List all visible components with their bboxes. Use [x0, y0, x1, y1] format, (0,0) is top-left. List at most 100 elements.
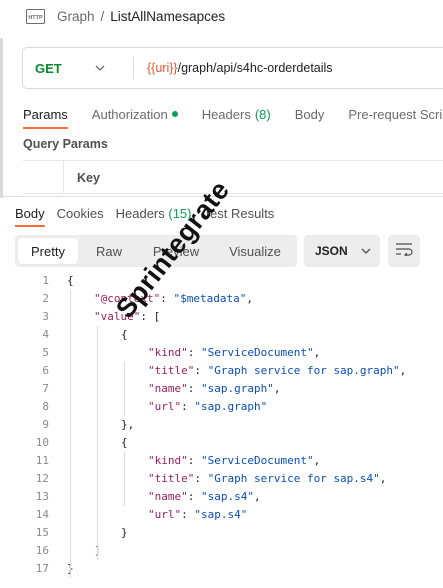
json-value: "sap.s4" [194, 508, 248, 521]
json-value: "Graph service for sap.s4" [207, 472, 380, 485]
line-number: 10 [35, 436, 49, 449]
code-line: 7 "name": "sap.graph", [0, 380, 443, 398]
json-key: "kind" [148, 454, 188, 467]
line-number: 5 [42, 346, 49, 359]
view-raw-button[interactable]: Raw [81, 238, 137, 264]
json-value: [ [153, 310, 161, 323]
json-bracket: { [121, 436, 128, 449]
code-content: "title": "Graph service for sap.s4", [148, 470, 386, 488]
json-key: "name" [148, 490, 188, 503]
json-bracket: { [121, 328, 128, 341]
code-line: 15} [0, 524, 443, 542]
json-punctuation: , [379, 472, 387, 485]
response-code-viewer[interactable]: 1{2 "@context": "$metadata", 3 "value": [4{… [0, 272, 443, 578]
json-colon: : [181, 508, 195, 521]
json-punctuation: , [273, 382, 281, 395]
line-number: 7 [42, 382, 49, 395]
line-number: 6 [42, 364, 49, 377]
view-visualize-button[interactable]: Visualize [215, 238, 295, 264]
indent-guide [97, 326, 98, 560]
json-value: "sap.s4" [201, 490, 254, 503]
line-number: 16 [35, 544, 49, 557]
code-content: } [121, 524, 128, 542]
json-value: "sap.graph" [201, 382, 274, 395]
tab-cookies[interactable]: Cookies [57, 206, 104, 221]
json-colon: : [187, 382, 201, 395]
code-line: 12 "title": "Graph service for sap.s4", [0, 470, 443, 488]
code-line: 3 "value": [ [0, 308, 443, 326]
url-input[interactable]: {{uri}}/graph/api/s4hc-orderdetails [134, 61, 333, 75]
code-line: 5 "kind": "ServiceDocument", [0, 344, 443, 362]
svg-text:HTTP: HTTP [28, 15, 43, 21]
method-select[interactable]: GET [23, 48, 133, 88]
json-punctuation: , [253, 490, 261, 503]
http-icon: HTTP [26, 8, 45, 24]
wrap-lines-button[interactable] [388, 235, 420, 267]
code-content: { [67, 272, 74, 290]
json-key: "title" [148, 472, 195, 485]
json-colon: : [187, 454, 201, 467]
code-content: "url": "sap.graph" [148, 398, 267, 416]
code-line: 14 "url": "sap.s4" [0, 506, 443, 524]
json-key: "kind" [148, 346, 188, 359]
request-tabs: Params Authorization Headers (8) Body Pre… [23, 103, 443, 129]
json-colon: : [187, 346, 201, 359]
code-line: 4{ [0, 326, 443, 344]
code-line: 16] [0, 542, 443, 560]
code-content: "kind": "ServiceDocument", [148, 452, 320, 470]
json-punctuation: , [399, 364, 407, 377]
json-colon: : [160, 292, 174, 305]
tab-authorization[interactable]: Authorization [92, 107, 178, 122]
line-number: 13 [35, 490, 49, 503]
response-tabs: Body Cookies Headers (15) Test Results [15, 204, 286, 227]
wrap-lines-icon [395, 242, 413, 261]
tab-pre-request-script[interactable]: Pre-request Scrip [348, 107, 443, 122]
code-content: "kind": "ServiceDocument", [148, 344, 320, 362]
json-key: "url" [148, 400, 182, 413]
json-punctuation: , [246, 292, 253, 305]
code-line: 8 "url": "sap.graph" [0, 398, 443, 416]
code-content: "url": "sap.s4" [148, 506, 247, 524]
code-content: "title": "Graph service for sap.graph", [148, 362, 406, 380]
code-content: }, [121, 416, 134, 434]
json-bracket: } [121, 526, 128, 539]
method-label: GET [35, 60, 62, 76]
line-number: 15 [35, 526, 49, 539]
tab-response-body[interactable]: Body [15, 206, 45, 227]
view-pretty-button[interactable]: Pretty [18, 238, 78, 264]
format-select[interactable]: JSON [304, 235, 380, 267]
chevron-down-icon [94, 62, 106, 74]
column-divider [63, 161, 64, 193]
json-key: "url" [148, 508, 182, 521]
line-number: 9 [42, 418, 49, 431]
code-line: 11 "kind": "ServiceDocument", [0, 452, 443, 470]
breadcrumb-separator: / [100, 8, 105, 24]
json-colon: : [181, 400, 195, 413]
query-params-table: Key [23, 160, 443, 194]
tab-headers[interactable]: Headers (8) [202, 107, 271, 122]
line-number: 4 [42, 328, 49, 341]
panel-left-border [0, 38, 3, 198]
json-value: "sap.graph" [194, 400, 268, 413]
format-label: JSON [315, 244, 348, 258]
code-line: 13 "name": "sap.s4", [0, 488, 443, 506]
query-params-heading: Query Params [23, 137, 108, 151]
json-bracket: }, [121, 418, 135, 431]
code-line: 10 { [0, 434, 443, 452]
code-line: 1{ [0, 272, 443, 290]
tab-body[interactable]: Body [295, 107, 325, 122]
indent-guide [70, 290, 71, 578]
tab-params[interactable]: Params [23, 107, 68, 129]
url-bar: GET {{uri}}/graph/api/s4hc-orderdetails [22, 47, 443, 89]
request-name[interactable]: ListAllNamesapces [110, 9, 225, 24]
code-line: 2 "@context": "$metadata", [0, 290, 443, 308]
json-punctuation: , [313, 454, 321, 467]
breadcrumb-parent[interactable]: Graph [57, 9, 95, 24]
json-colon: : [187, 490, 201, 503]
line-number: 11 [35, 454, 49, 467]
json-colon: : [194, 472, 208, 485]
line-number: 3 [42, 310, 49, 323]
status-dot-icon [171, 111, 178, 117]
line-number: 12 [35, 472, 49, 485]
indent-guide [124, 362, 125, 416]
